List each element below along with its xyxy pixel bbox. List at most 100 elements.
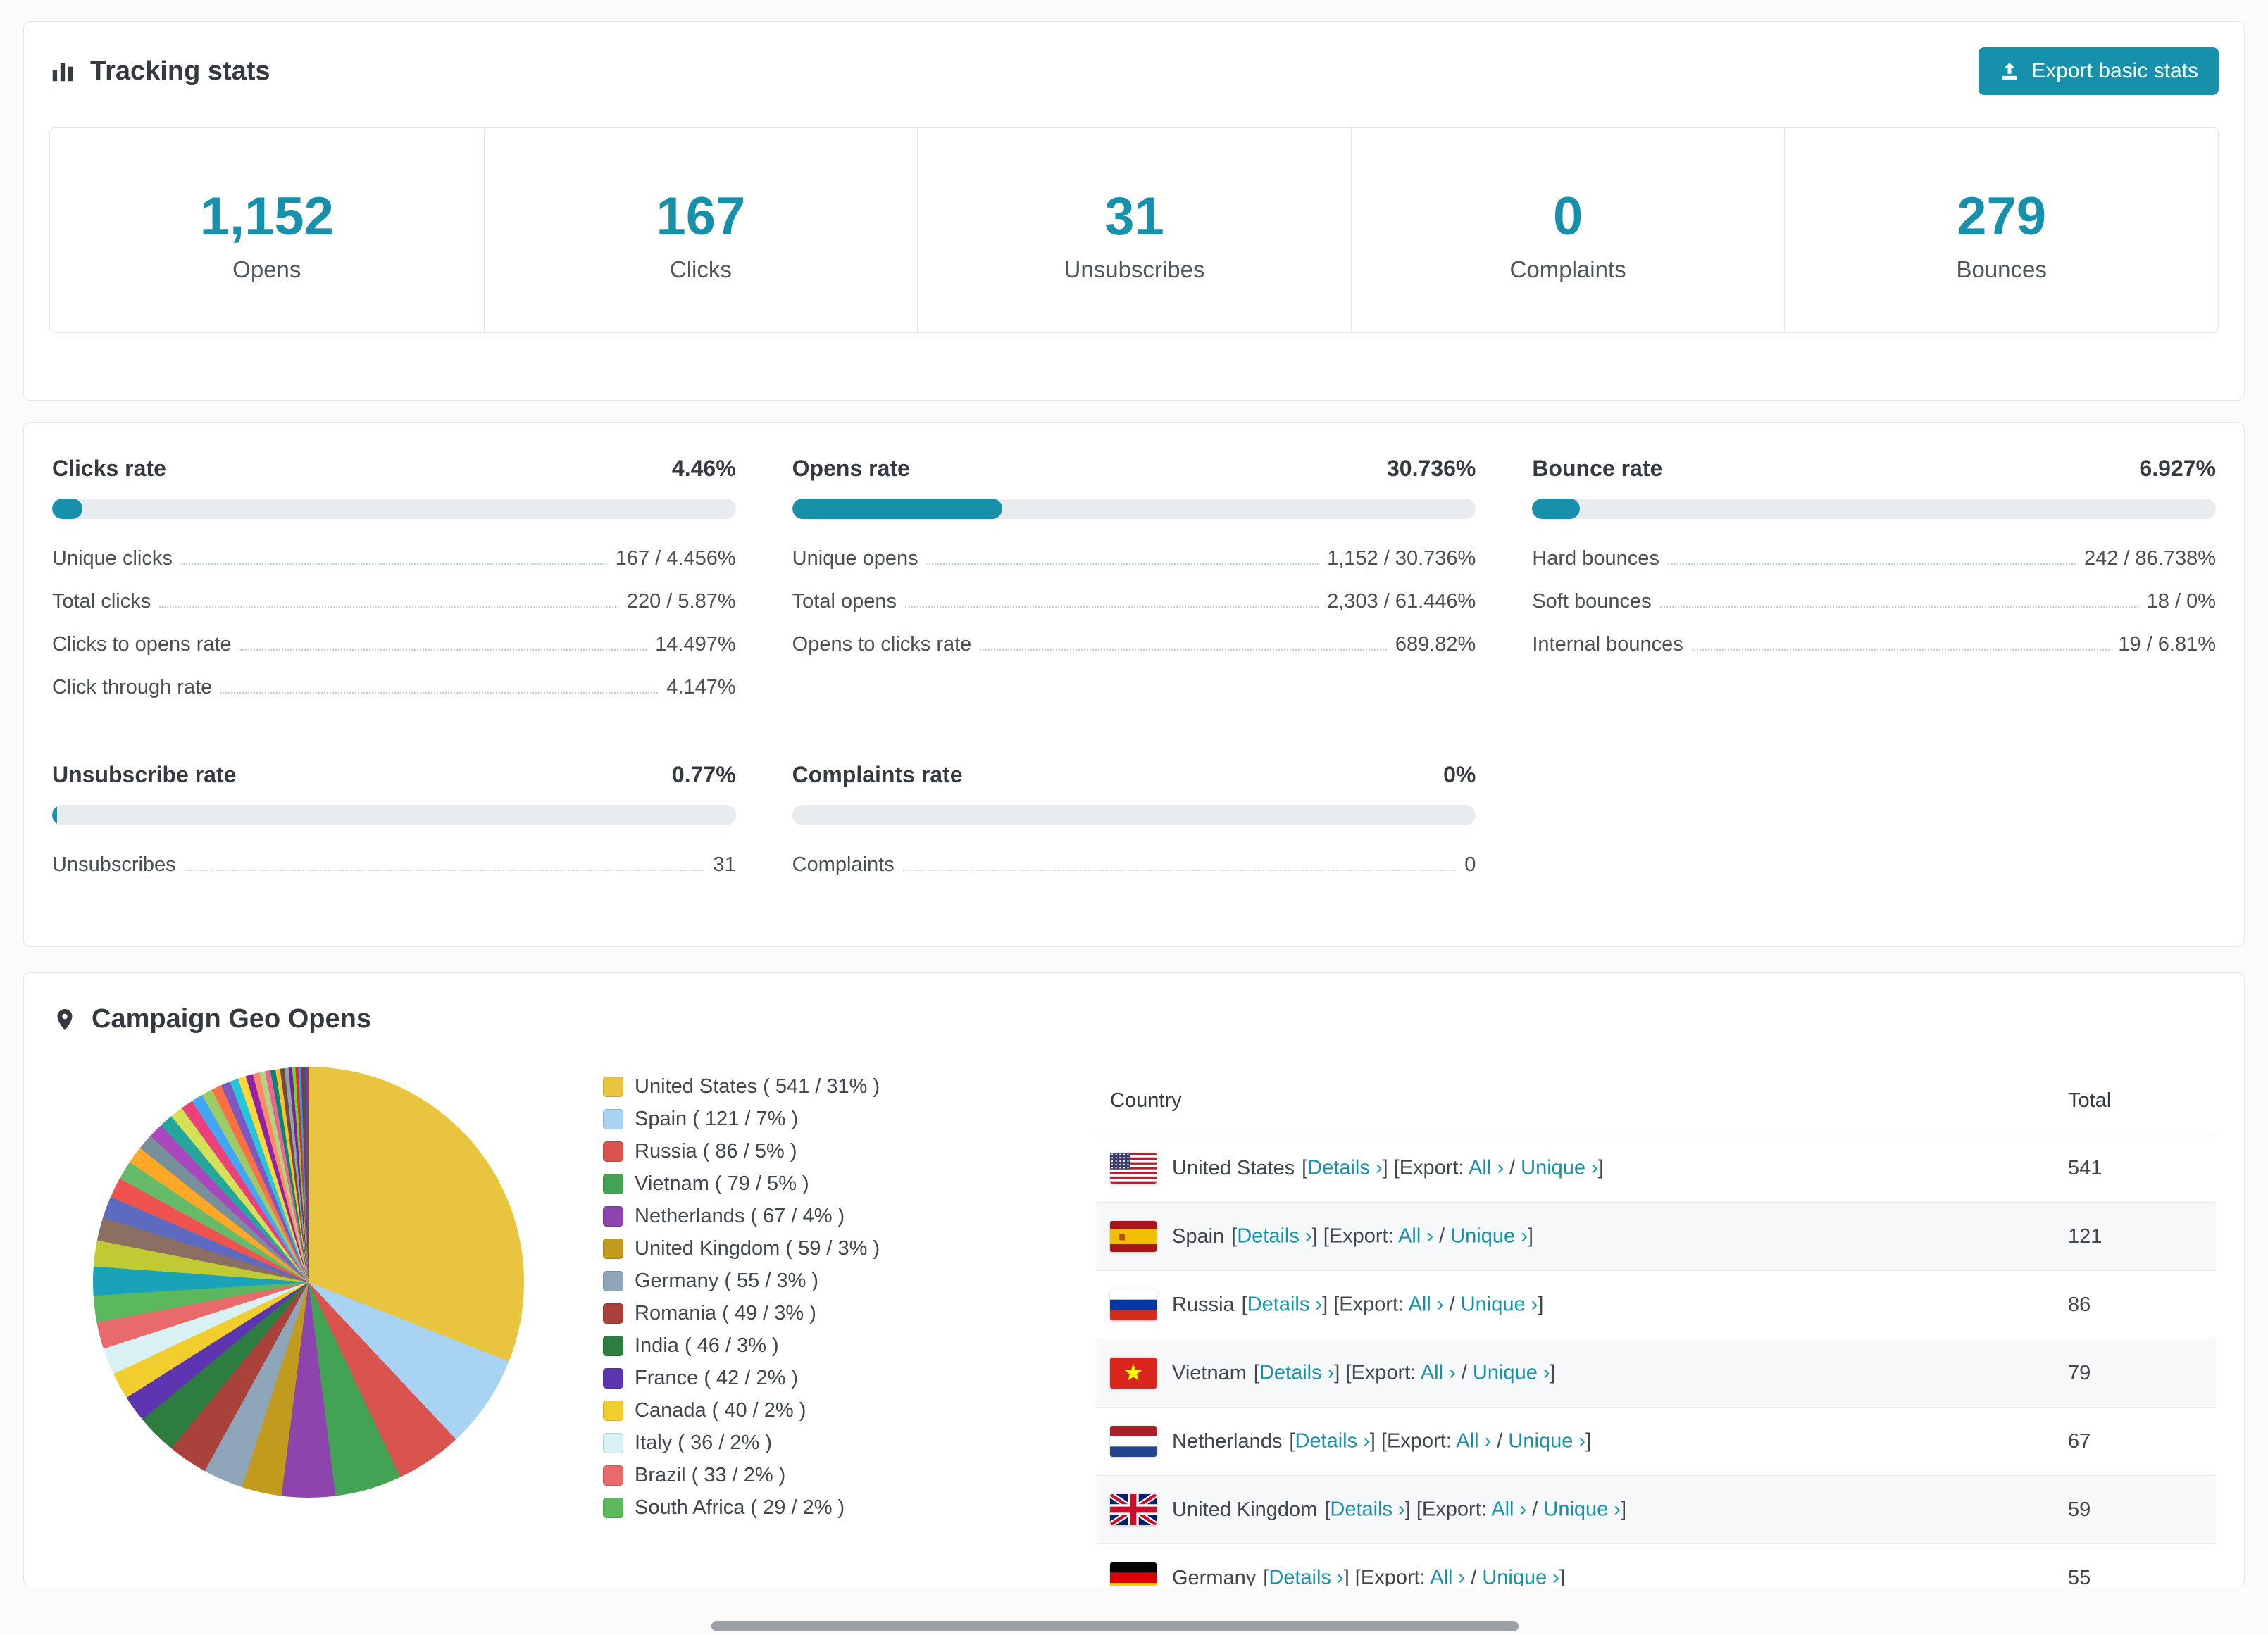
export-unique-link[interactable]: Unique › [1482, 1567, 1559, 1586]
country-total: 86 [2054, 1270, 2216, 1339]
column-header-total: Total [2068, 1089, 2112, 1112]
flag-us-icon [1110, 1153, 1157, 1184]
country-name: Vietnam [1172, 1361, 1247, 1384]
export-unique-link[interactable]: Unique › [1473, 1362, 1550, 1384]
rates-grid: Clicks rate 4.46% Unique clicks 167 / 4.456… [52, 456, 2216, 887]
legend-label: India ( 46 / 3% ) [635, 1334, 779, 1357]
flag-de-icon [1110, 1562, 1157, 1586]
geo-table-wrap: Country Total United States [Details ›] [… [1096, 1067, 2216, 1586]
metric-row: Total opens 2,303 / 61.446% [792, 580, 1476, 623]
details-link[interactable]: Details › [1237, 1225, 1311, 1248]
legend-item-romania: Romania ( 49 / 3% ) [603, 1302, 1054, 1325]
export-all-link[interactable]: All › [1409, 1293, 1444, 1316]
export-unique-link[interactable]: Unique › [1508, 1430, 1585, 1453]
export-basic-stats-button[interactable]: Export basic stats [1979, 47, 2219, 95]
legend-swatch [603, 1141, 623, 1162]
flag-es-icon [1110, 1221, 1157, 1252]
geo-table-header-row: Country Total [1096, 1067, 2216, 1134]
details-link[interactable]: Details › [1247, 1293, 1322, 1316]
export-unique-link[interactable]: Unique › [1461, 1293, 1538, 1316]
tracking-stats-title: Tracking stats [49, 56, 270, 87]
details-link[interactable]: Details › [1307, 1157, 1382, 1179]
export-basic-stats-label: Export basic stats [2031, 59, 2198, 82]
metric-row: Unsubscribes 31 [52, 844, 736, 887]
legend-item-france: France ( 42 / 2% ) [603, 1367, 1054, 1390]
rate-title: Opens rate [792, 456, 910, 481]
legend-item-united-states: United States ( 541 / 31% ) [603, 1075, 1054, 1098]
stat-value: 0 [1552, 187, 1583, 246]
tracking-stats-title-text: Tracking stats [90, 56, 270, 86]
metric-label: Total clicks [52, 590, 151, 613]
country-total: 541 [2054, 1134, 2216, 1203]
country-name: Netherlands [1172, 1429, 1283, 1453]
metric-row: Click through rate 4.147% [52, 666, 736, 709]
legend-swatch [603, 1498, 623, 1518]
stat-label: Bounces [1956, 256, 2047, 282]
legend-item-russia: Russia ( 86 / 5% ) [603, 1140, 1054, 1163]
flag-ru-icon [1110, 1289, 1157, 1320]
metric-label: Unsubscribes [52, 853, 176, 876]
rate-block-complaints-rate: Complaints rate 0% Complaints 0 [792, 762, 1476, 887]
progress-bar-fill [792, 499, 1002, 519]
metric-value: 0 [1464, 853, 1476, 876]
geo-table-body: United States [Details ›] [Export: All › … [1096, 1134, 2216, 1586]
country-total: 67 [2054, 1407, 2216, 1476]
dotted-leader [926, 563, 1319, 565]
flag-vn-icon [1110, 1358, 1157, 1389]
export-unique-link[interactable]: Unique › [1543, 1498, 1621, 1521]
metric-label: Unique opens [792, 547, 918, 570]
page: Tracking stats Export basic stats 1,152 O… [0, 21, 2268, 1586]
dotted-leader [902, 870, 1457, 871]
legend-swatch [603, 1465, 623, 1486]
details-link[interactable]: Details › [1269, 1567, 1343, 1586]
metric-value: 31 [713, 853, 736, 876]
country-cell: Netherlands [Details ›] [Export: All › / … [1096, 1407, 2054, 1476]
stat-opens: 1,152 Opens [50, 128, 484, 332]
rate-head: Bounce rate 6.927% [1532, 456, 2216, 482]
stat-value: 279 [1957, 187, 2047, 246]
details-link[interactable]: Details › [1295, 1430, 1369, 1453]
metric-value: 14.497% [655, 633, 736, 656]
tracking-stats-card: Tracking stats Export basic stats 1,152 O… [23, 21, 2245, 401]
export-all-link[interactable]: All › [1421, 1362, 1456, 1384]
export-all-link[interactable]: All › [1469, 1157, 1504, 1179]
stat-clicks: 167 Clicks [483, 128, 918, 332]
legend-item-germany: Germany ( 55 / 3% ) [603, 1270, 1054, 1293]
export-all-link[interactable]: All › [1430, 1567, 1465, 1586]
export-all-link[interactable]: All › [1456, 1430, 1491, 1453]
legend-item-italy: Italy ( 36 / 2% ) [603, 1432, 1054, 1455]
progress-bar-track [792, 805, 1476, 825]
export-all-link[interactable]: All › [1491, 1498, 1526, 1521]
geo-table-row-netherlands: Netherlands [Details ›] [Export: All › / … [1096, 1407, 2216, 1476]
tracking-stats-header: Tracking stats Export basic stats [49, 47, 2219, 95]
country-name: United Kingdom [1172, 1498, 1318, 1521]
export-all-link[interactable]: All › [1398, 1225, 1433, 1248]
country-links: [Details ›] [Export: All › / Unique ›] [1263, 1567, 1565, 1586]
legend-label: Canada ( 40 / 2% ) [635, 1399, 806, 1422]
column-header-country: Country [1110, 1089, 1182, 1112]
stat-label: Clicks [669, 256, 732, 282]
legend-label: United Kingdom ( 59 / 3% ) [635, 1237, 880, 1260]
progress-bar-track [52, 499, 736, 519]
metric-label: Clicks to opens rate [52, 633, 232, 656]
geo-content: United States ( 541 / 31% ) Spain ( 121 /… [52, 1067, 2216, 1586]
campaign-geo-opens-card: Campaign Geo Opens United States ( 541 /… [23, 972, 2245, 1586]
progress-bar-track [52, 805, 736, 825]
metric-row: Opens to clicks rate 689.82% [792, 623, 1476, 666]
rate-value: 0% [1443, 762, 1476, 787]
metric-value: 689.82% [1395, 633, 1476, 656]
metric-label: Soft bounces [1532, 590, 1652, 613]
metric-row: Hard bounces 242 / 86.738% [1532, 537, 2216, 580]
rate-value: 4.46% [671, 456, 736, 481]
export-unique-link[interactable]: Unique › [1450, 1225, 1528, 1248]
metric-label: Click through rate [52, 676, 213, 699]
details-link[interactable]: Details › [1259, 1362, 1334, 1384]
details-link[interactable]: Details › [1330, 1498, 1404, 1521]
stat-label: Opens [232, 256, 301, 282]
export-unique-link[interactable]: Unique › [1521, 1157, 1598, 1179]
metric-label: Complaints [792, 853, 895, 876]
dotted-leader [184, 870, 705, 871]
geo-title-text: Campaign Geo Opens [92, 1004, 371, 1034]
horizontal-scrollbar-thumb[interactable] [711, 1621, 1519, 1631]
country-cell: United Kingdom [Details ›] [Export: All ›… [1096, 1475, 2054, 1544]
